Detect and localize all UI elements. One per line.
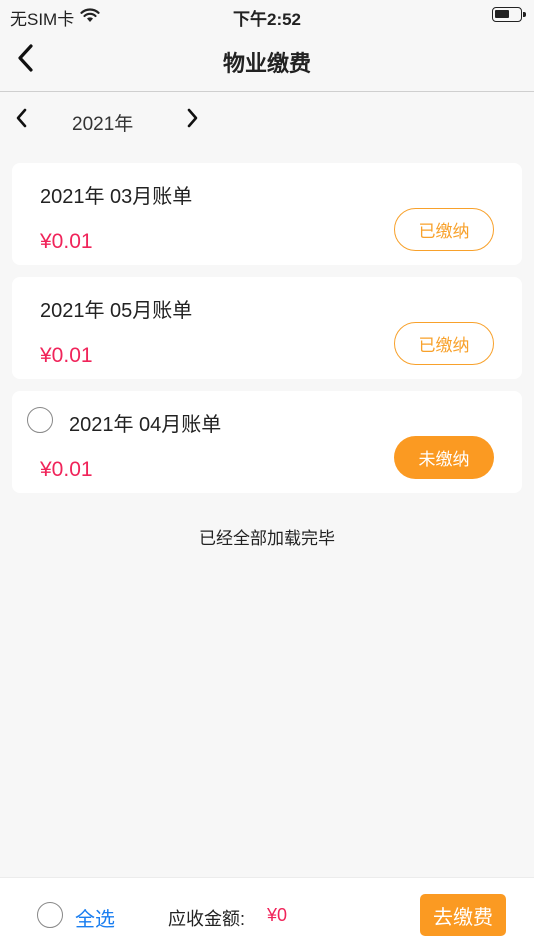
year-selector: 2021年 [0, 100, 534, 140]
chevron-right-icon [185, 108, 199, 133]
status-bar: 无SIM卡 下午2:52 [0, 0, 534, 30]
next-year-button[interactable] [178, 106, 206, 134]
prev-year-button[interactable] [8, 106, 36, 134]
nav-bar: 物业缴费 [0, 30, 534, 92]
chevron-left-icon [15, 108, 29, 133]
unpaid-status-button[interactable]: 未缴纳 [394, 436, 494, 479]
bottom-bar: 全选 应收金额: ¥0 去缴费 [0, 877, 534, 950]
total-label: 应收金额: [168, 909, 246, 929]
bill-amount: ¥0.01 [40, 230, 93, 253]
list-end-hint: 已经全部加载完毕 [199, 529, 335, 548]
bill-title: 2021年 03月账单 [40, 186, 193, 208]
bill-select-radio[interactable] [27, 407, 53, 433]
pay-button[interactable]: 去缴费 [420, 894, 506, 936]
page-title: 物业缴费 [222, 51, 311, 76]
bill-title: 2021年 04月账单 [69, 414, 222, 436]
year-label: 2021年 [72, 114, 134, 135]
status-time: 下午2:52 [232, 10, 302, 29]
bill-amount: ¥0.01 [40, 458, 93, 481]
bill-card[interactable]: 2021年 03月账单 ¥0.01 已缴纳 [12, 163, 522, 265]
bill-title: 2021年 05月账单 [40, 300, 193, 322]
select-all-radio[interactable] [37, 902, 63, 928]
paid-status-button[interactable]: 已缴纳 [394, 322, 494, 365]
bill-amount: ¥0.01 [40, 344, 93, 367]
select-all-label[interactable]: 全选 [75, 903, 115, 932]
bill-card[interactable]: 2021年 04月账单 ¥0.01 未缴纳 [12, 391, 522, 493]
battery-icon [492, 7, 526, 22]
paid-status-button[interactable]: 已缴纳 [394, 208, 494, 251]
total-amount: ¥0 [267, 905, 288, 925]
bill-card[interactable]: 2021年 05月账单 ¥0.01 已缴纳 [12, 277, 522, 379]
